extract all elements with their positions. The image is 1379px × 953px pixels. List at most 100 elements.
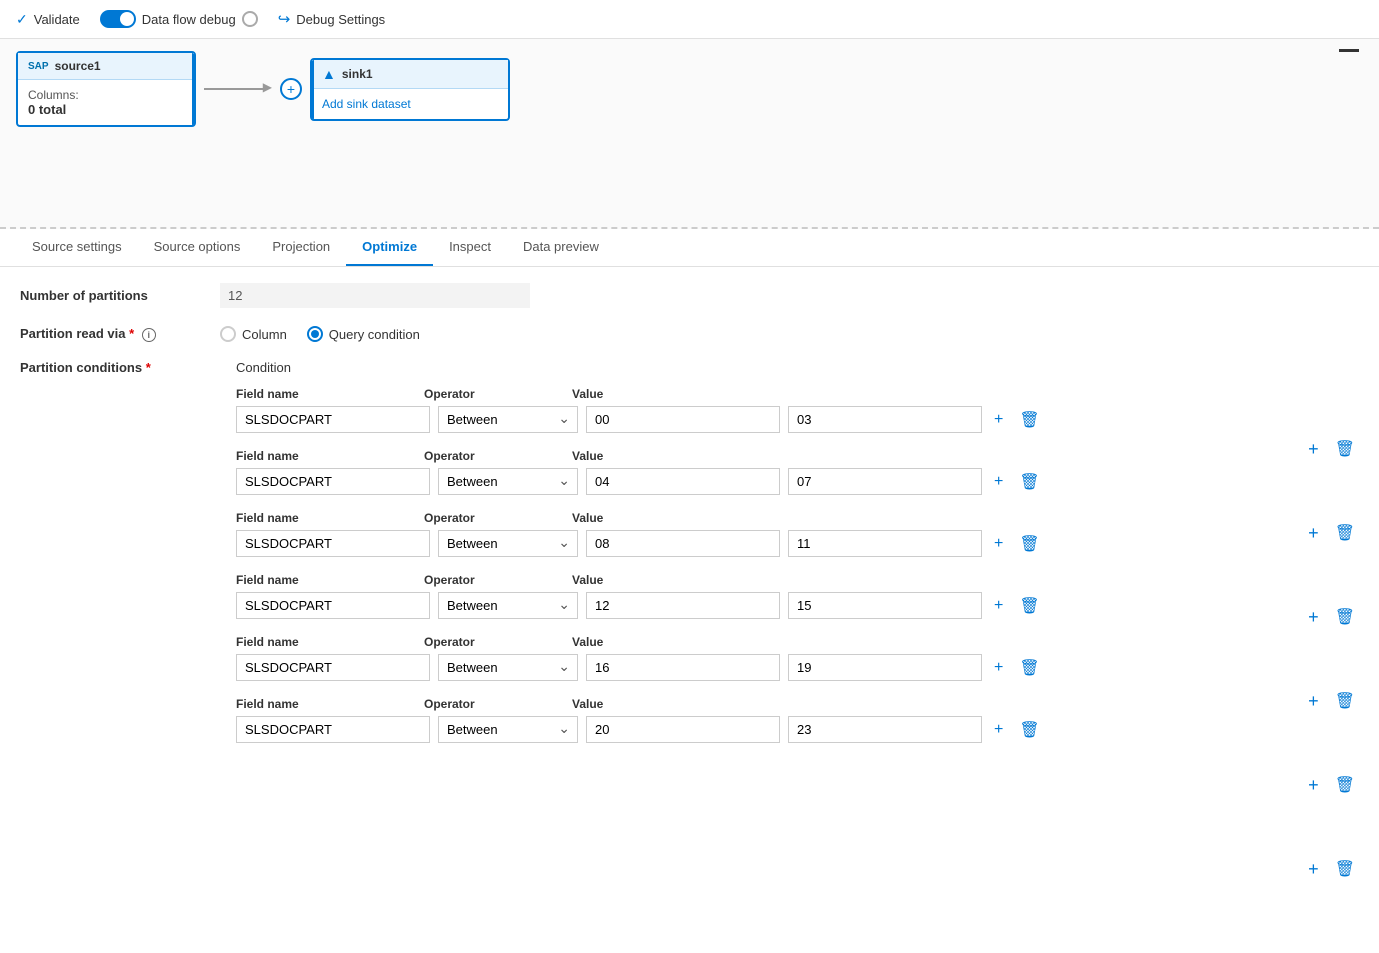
value-input-3a[interactable] [586,530,780,557]
operator-select-5[interactable]: Between Equals [438,654,578,681]
operator-header-5: Operator [424,635,564,649]
field-input-2[interactable] [236,468,430,495]
tab-optimize[interactable]: Optimize [346,229,433,266]
value-input-2a[interactable] [586,468,780,495]
debug-status-circle [242,11,258,27]
value-input-1b[interactable] [788,406,982,433]
field-input-1[interactable] [236,406,430,433]
add-row-btn-1[interactable]: + [990,409,1007,431]
add-row-btn-6[interactable]: + [990,719,1007,741]
delete-row-btn-6[interactable]: 🗑 [1015,718,1043,742]
delete-row-btn-5[interactable]: 🗑 [1015,656,1043,680]
data-flow-debug-toggle[interactable]: Data flow debug [100,10,258,28]
debug-settings-icon: ↪ [278,10,291,28]
operator-header-4: Operator [424,573,564,587]
tab-projection[interactable]: Projection [256,229,346,266]
tab-data-preview[interactable]: Data preview [507,229,615,266]
operator-header-2: Operator [424,449,564,463]
add-node-button[interactable]: + [280,78,302,100]
outer-delete-btn-1[interactable]: 🗑 [1331,437,1359,461]
outer-actions-1: + 🗑 [1304,407,1359,491]
data-flow-debug-label: Data flow debug [142,12,236,27]
source-node[interactable]: SAP source1 Columns: 0 total [16,51,196,127]
debug-toggle-switch[interactable] [100,10,136,28]
outer-add-btn-4[interactable]: + [1304,689,1323,714]
add-row-btn-2[interactable]: + [990,471,1007,493]
field-input-5[interactable] [236,654,430,681]
validate-label: Validate [34,12,80,27]
condition-group-3: Field name Operator Value Between Equals [220,511,1280,557]
outer-delete-btn-2[interactable]: 🗑 [1331,521,1359,545]
operator-select-1[interactable]: Between Equals Greater than Less than [438,406,578,433]
outer-add-btn-6[interactable]: + [1304,857,1323,882]
outer-add-btn-5[interactable]: + [1304,773,1323,798]
operator-select-4[interactable]: Between Equals [438,592,578,619]
outer-delete-btn-3[interactable]: 🗑 [1331,605,1359,629]
delete-row-btn-4[interactable]: 🗑 [1015,594,1043,618]
debug-settings-label: Debug Settings [296,12,385,27]
partition-read-via-label: Partition read via * i [20,326,220,342]
debug-settings-button[interactable]: ↪ Debug Settings [278,10,385,28]
tab-inspect[interactable]: Inspect [433,229,507,266]
condition-group-6: Field name Operator Value Between Equals [220,697,1280,743]
condition-2-headers: Field name Operator Value [236,449,1280,463]
value-input-3b[interactable] [788,530,982,557]
condition-3-headers: Field name Operator Value [236,511,1280,525]
delete-row-btn-2[interactable]: 🗑 [1015,470,1043,494]
flow-arrow [196,88,272,90]
info-icon[interactable]: i [142,328,156,342]
outer-actions-2: + 🗑 [1304,491,1359,575]
value-input-1a[interactable] [586,406,780,433]
condition-1-headers: Field name Operator Value [236,387,1280,401]
value-input-2b[interactable] [788,468,982,495]
value-input-6a[interactable] [586,716,780,743]
operator-select-3[interactable]: Between Equals [438,530,578,557]
outer-delete-btn-5[interactable]: 🗑 [1331,773,1359,797]
outer-add-btn-2[interactable]: + [1304,521,1323,546]
minimize-button[interactable] [1339,49,1359,52]
radio-query-condition[interactable]: Query condition [307,326,420,342]
operator-select-6[interactable]: Between Equals [438,716,578,743]
add-row-btn-4[interactable]: + [990,595,1007,617]
outer-group-actions: + 🗑 + 🗑 + 🗑 + 🗑 [1304,387,1359,911]
field-input-4[interactable] [236,592,430,619]
field-input-6[interactable] [236,716,430,743]
sink-node[interactable]: ▲ sink1 Add sink dataset [310,58,510,121]
delete-row-btn-3[interactable]: 🗑 [1015,532,1043,556]
add-row-btn-5[interactable]: + [990,657,1007,679]
value-header-1: Value [572,387,603,401]
condition-6-headers: Field name Operator Value [236,697,1280,711]
radio-column[interactable]: Column [220,326,287,342]
operator-select-wrapper-3: Between Equals [438,530,578,557]
partition-conditions-label: Partition conditions * [20,360,220,375]
condition-1-row: Between Equals Greater than Less than + … [236,406,1280,433]
outer-actions-5: + 🗑 [1304,743,1359,827]
value-header-5: Value [572,635,603,649]
outer-delete-btn-6[interactable]: 🗑 [1331,857,1359,881]
condition-3-row: Between Equals + 🗑 [236,530,1280,557]
add-row-btn-3[interactable]: + [990,533,1007,555]
value-input-4a[interactable] [586,592,780,619]
field-input-3[interactable] [236,530,430,557]
conditions-list: Field name Operator Value Between Equals… [220,387,1280,759]
num-partitions-input[interactable] [220,283,530,308]
tabs-bar: Source settings Source options Projectio… [0,229,1379,267]
value-input-5b[interactable] [788,654,982,681]
sink-node-name: sink1 [342,67,373,81]
field-name-header-2: Field name [236,449,416,463]
value-input-4b[interactable] [788,592,982,619]
value-input-6b[interactable] [788,716,982,743]
outer-add-btn-1[interactable]: + [1304,437,1323,462]
flow-canvas: SAP source1 Columns: 0 total + ▲ sink1 A… [0,39,1379,229]
value-input-5a[interactable] [586,654,780,681]
sap-logo: SAP [28,61,49,72]
delete-row-btn-1[interactable]: 🗑 [1015,408,1043,432]
sink-left-border [310,60,314,119]
validate-button[interactable]: ✓ Validate [16,11,80,28]
add-sink-dataset-label: Add sink dataset [322,97,411,111]
outer-delete-btn-4[interactable]: 🗑 [1331,689,1359,713]
operator-select-2[interactable]: Between Equals [438,468,578,495]
tab-source-settings[interactable]: Source settings [16,229,138,266]
tab-source-options[interactable]: Source options [138,229,257,266]
outer-add-btn-3[interactable]: + [1304,605,1323,630]
